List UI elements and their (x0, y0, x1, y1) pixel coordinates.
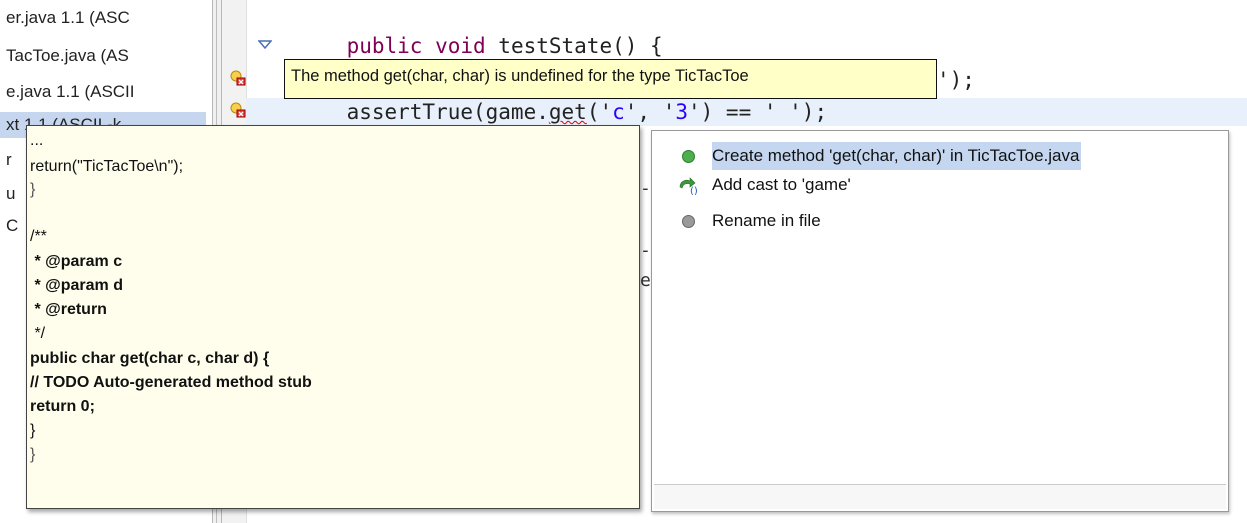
quickfix-proposal-create-method[interactable]: Create method 'get(char, char)' in TicTa… (652, 142, 1228, 170)
file-list-item[interactable]: r (6, 150, 12, 170)
code-fragment: - (640, 240, 651, 261)
code-line-current: assertTrue(game.get('c', '3') == ' '); (296, 100, 828, 124)
green-method-icon (682, 150, 695, 163)
tooltip-text: The method get(char, char) is undefined … (291, 67, 749, 85)
quickfix-preview-panel: ... return("TicTacToe\n"); } /** * @para… (26, 125, 640, 509)
preview-line: return 0; (30, 398, 95, 415)
preview-line: * @return (30, 301, 107, 318)
quickfix-proposal-list: Create method 'get(char, char)' in TicTa… (651, 130, 1229, 512)
preview-line: // TODO Auto-generated method stub (30, 374, 312, 391)
code-fragment: e (640, 270, 651, 291)
error-token[interactable]: get (549, 100, 587, 124)
error-hover-tooltip: The method get(char, char) is undefined … (284, 59, 937, 99)
cast-arrow-icon: () (679, 177, 698, 195)
file-list-item[interactable]: u (6, 184, 15, 204)
quickfix-error-icon[interactable] (230, 70, 246, 86)
proposal-label: Add cast to 'game' (712, 175, 851, 194)
quickfix-proposal-add-cast[interactable]: () Add cast to 'game' (652, 171, 1228, 199)
quickfix-error-icon[interactable] (230, 102, 246, 118)
file-list-item[interactable]: TacToe.java (AS (6, 46, 129, 66)
grey-bullet-icon (682, 215, 695, 228)
file-list-item[interactable]: er.java 1.1 (ASC (6, 8, 130, 28)
preview-line: return("TicTacToe\n"); (30, 158, 184, 175)
preview-line: /** (30, 228, 47, 245)
preview-line: * @param c (30, 253, 123, 270)
svg-text:(): () (690, 186, 698, 195)
proposal-label: Rename in file (712, 211, 821, 230)
preview-line: public char get(char c, char d) { (30, 350, 270, 367)
quickfix-status-bar (654, 484, 1226, 509)
preview-line: } (30, 446, 36, 463)
proposal-label: Create method 'get(char, char)' in TicTa… (712, 142, 1082, 170)
preview-line: * @param d (30, 277, 123, 294)
preview-line: } (30, 422, 36, 439)
preview-line: ... (30, 132, 44, 149)
code-line-tail: '); (937, 68, 975, 92)
preview-line: } (30, 181, 36, 198)
fold-toggle-icon[interactable] (258, 40, 272, 50)
code-fragment: - (640, 178, 651, 199)
quickfix-proposal-rename[interactable]: Rename in file (652, 207, 1228, 235)
code-line: public void testState() { (346, 34, 663, 58)
preview-line: */ (30, 325, 46, 342)
file-list-item[interactable]: C (6, 216, 18, 236)
file-list-item[interactable]: e.java 1.1 (ASCII (6, 82, 135, 102)
